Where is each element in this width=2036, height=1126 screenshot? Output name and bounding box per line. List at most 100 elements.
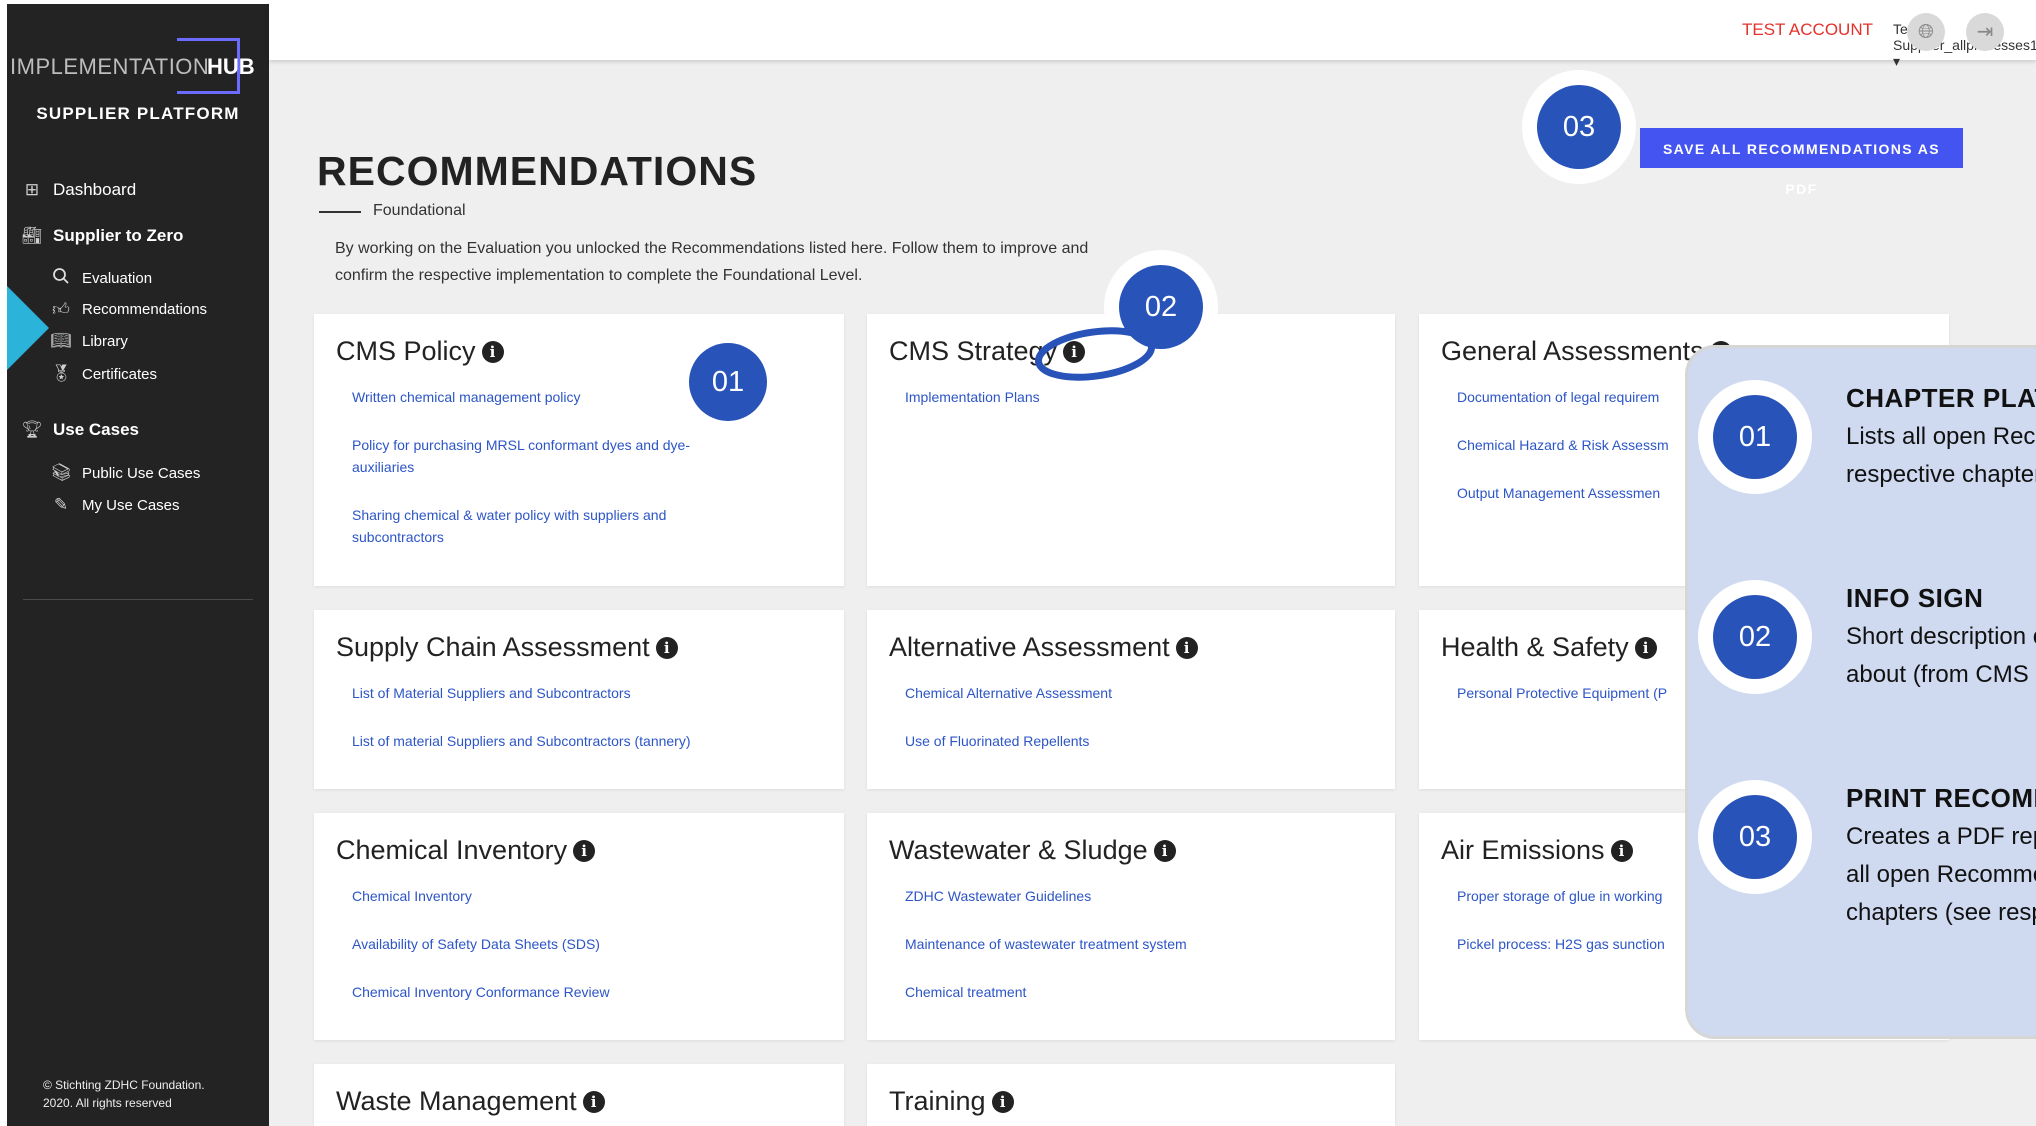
globe-icon[interactable]: 🌐︎ [1907,13,1945,51]
highlight-ellipse-icon [1034,327,1156,381]
sidebar-item-public-use-cases[interactable]: 📚︎ Public Use Cases [50,463,200,483]
sidebar-item-label: Public Use Cases [82,464,201,482]
chapter-card-waste-management: Waste Management i [314,1064,844,1126]
sidebar-item-recommendations[interactable]: 👍︎ Recommendations [50,299,207,320]
card-title-text: Air Emissions [1441,835,1605,865]
recommendation-link[interactable]: Chemical Inventory Conformance Review [352,981,752,1003]
trophy-icon: 🏆︎ [21,420,43,439]
card-title: Training i [889,1086,1014,1117]
card-title-text: CMS Policy [336,336,476,366]
platform-label: SUPPLIER PLATFORM [36,104,240,123]
card-title-text: General Assessments [1441,336,1704,366]
thumbs-up-icon: 👍︎ [52,300,70,319]
recommendation-link[interactable]: List of material Suppliers and Subcontra… [352,730,752,752]
logo-hub-text: HUB [207,54,255,79]
level-divider [319,211,361,213]
chapter-card-training: Training i [867,1064,1395,1126]
card-title-text: Wastewater & Sludge [889,835,1148,865]
pencil-icon: ✎ [53,495,69,514]
grid-icon: ⊞ [24,180,40,199]
card-title-text: Training [889,1086,986,1116]
panel-badge-02: 02 [1713,595,1797,679]
card-title: Wastewater & Sludge i [889,835,1176,866]
footer-line: 2020. All rights reserved [43,1096,172,1110]
app-logo[interactable]: IMPLEMENTATION HUB [7,34,269,94]
info-icon[interactable]: i [481,341,504,363]
sidebar-item-supplier-to-zero[interactable]: 🏭︎ Supplier to Zero [21,226,183,246]
recommendation-link[interactable]: Chemical Alternative Assessment [905,682,1305,704]
sidebar-item-label: Use Cases [53,420,140,439]
info-icon[interactable]: i [655,637,678,659]
card-title: Waste Management i [336,1086,605,1117]
level-label: Foundational [373,202,466,219]
intro-text: By working on the Evaluation you unlocke… [335,240,1089,284]
card-links: List of Material Suppliers and Subcontra… [352,682,752,778]
sidebar-item-label: My Use Cases [82,496,180,514]
card-title-text: Health & Safety [1441,632,1629,662]
logout-icon[interactable]: ⇥ [1966,13,2004,51]
chapter-card-alternative-assessment: Alternative Assessment i Chemical Alterna… [867,610,1395,789]
footer-line: © Stichting ZDHC Foundation. [43,1078,205,1092]
search-icon [50,267,72,290]
sidebar-item-use-cases[interactable]: 🏆︎ Use Cases [21,420,139,440]
recommendation-link[interactable]: Chemical Inventory [352,885,752,907]
pointer-arrow-icon [7,286,49,370]
sidebar-item-evaluation[interactable]: Evaluation [50,267,152,290]
card-links: Written chemical management policy Polic… [352,386,752,574]
save-all-pdf-button[interactable]: SAVE ALL RECOMMENDATIONS AS PDF [1640,128,1963,197]
info-icon[interactable]: i [1153,840,1176,862]
sidebar-divider [23,599,253,600]
info-icon[interactable]: i [573,840,596,862]
panel-title-info-sign: INFO SIGN [1846,583,1984,613]
recommendation-link[interactable]: List of Material Suppliers and Subcontra… [352,682,752,704]
recommendation-link[interactable]: Maintenance of wastewater treatment syst… [905,933,1305,955]
recommendation-link[interactable]: Use of Fluorinated Repellents [905,730,1305,752]
award-icon: 🏅︎ [50,364,72,383]
badge-03: 03 [1537,85,1621,169]
sidebar-item-my-use-cases[interactable]: ✎ My Use Cases [50,495,180,515]
card-title: Air Emissions i [1441,835,1633,866]
chapter-card-supply-chain-assessment: Supply Chain Assessment i List of Materia… [314,610,844,789]
card-links: ZDHC Wastewater Guidelines Maintenance o… [905,885,1305,1029]
card-title: CMS Policy i [336,336,504,367]
recommendation-link[interactable]: ZDHC Wastewater Guidelines [905,885,1305,907]
card-links: Implementation Plans [905,386,1305,434]
info-icon[interactable]: i [582,1091,605,1113]
recommendation-link[interactable]: Sharing chemical & water policy with sup… [352,504,752,548]
sidebar-item-library[interactable]: 📖︎ Library [50,331,128,351]
sidebar: IMPLEMENTATION HUB SUPPLIER PLATFORM ⊞ D… [7,4,269,1126]
info-icon[interactable]: i [991,1091,1014,1113]
factory-icon: 🏭︎ [21,226,43,245]
card-title: Alternative Assessment i [889,632,1198,663]
info-icon[interactable]: i [1634,637,1657,659]
sidebar-footer: © Stichting ZDHC Foundation. 2020. All r… [43,1076,205,1112]
panel-desc: Short description c about (from CMS Fr [1846,623,2036,688]
sidebar-item-label: Certificates [82,365,158,383]
panel-desc: Creates a PDF repo all open Recommen cha… [1846,823,2036,926]
sidebar-item-dashboard[interactable]: ⊞ Dashboard [21,180,136,200]
card-title-text: Waste Management [336,1086,577,1116]
chapter-card-cms-policy: CMS Policy i Written chemical management … [314,314,844,586]
recommendation-link[interactable]: Availability of Safety Data Sheets (SDS) [352,933,752,955]
info-icon[interactable]: i [1175,637,1198,659]
card-links: Chemical Inventory Availability of Safet… [352,885,752,1029]
recommendation-link[interactable]: Chemical treatment [905,981,1305,1003]
card-title-text: Chemical Inventory [336,835,568,865]
sidebar-item-label: Library [82,332,128,350]
card-title-text: Alternative Assessment [889,632,1170,662]
sidebar-item-certificates[interactable]: 🏅︎ Certificates [50,364,157,384]
sidebar-item-label: Supplier to Zero [53,226,184,245]
card-title: Supply Chain Assessment i [336,632,678,663]
info-icon[interactable]: i [1610,840,1633,862]
test-account-label: TEST ACCOUNT [1742,20,1873,39]
recommendation-link[interactable]: Policy for purchasing MRSL conformant dy… [352,434,752,478]
badge-01: 01 [689,343,767,421]
card-title-text: Supply Chain Assessment [336,632,650,662]
card-links: Chemical Alternative Assessment Use of F… [905,682,1305,778]
panel-desc: Lists all open Recom respective chapter [1846,423,2036,488]
card-title: Chemical Inventory i [336,835,596,866]
panel-badge-01: 01 [1713,395,1797,479]
book-icon: 📖︎ [50,331,72,350]
panel-badge-03: 03 [1713,795,1797,879]
card-title: Health & Safety i [1441,632,1657,663]
